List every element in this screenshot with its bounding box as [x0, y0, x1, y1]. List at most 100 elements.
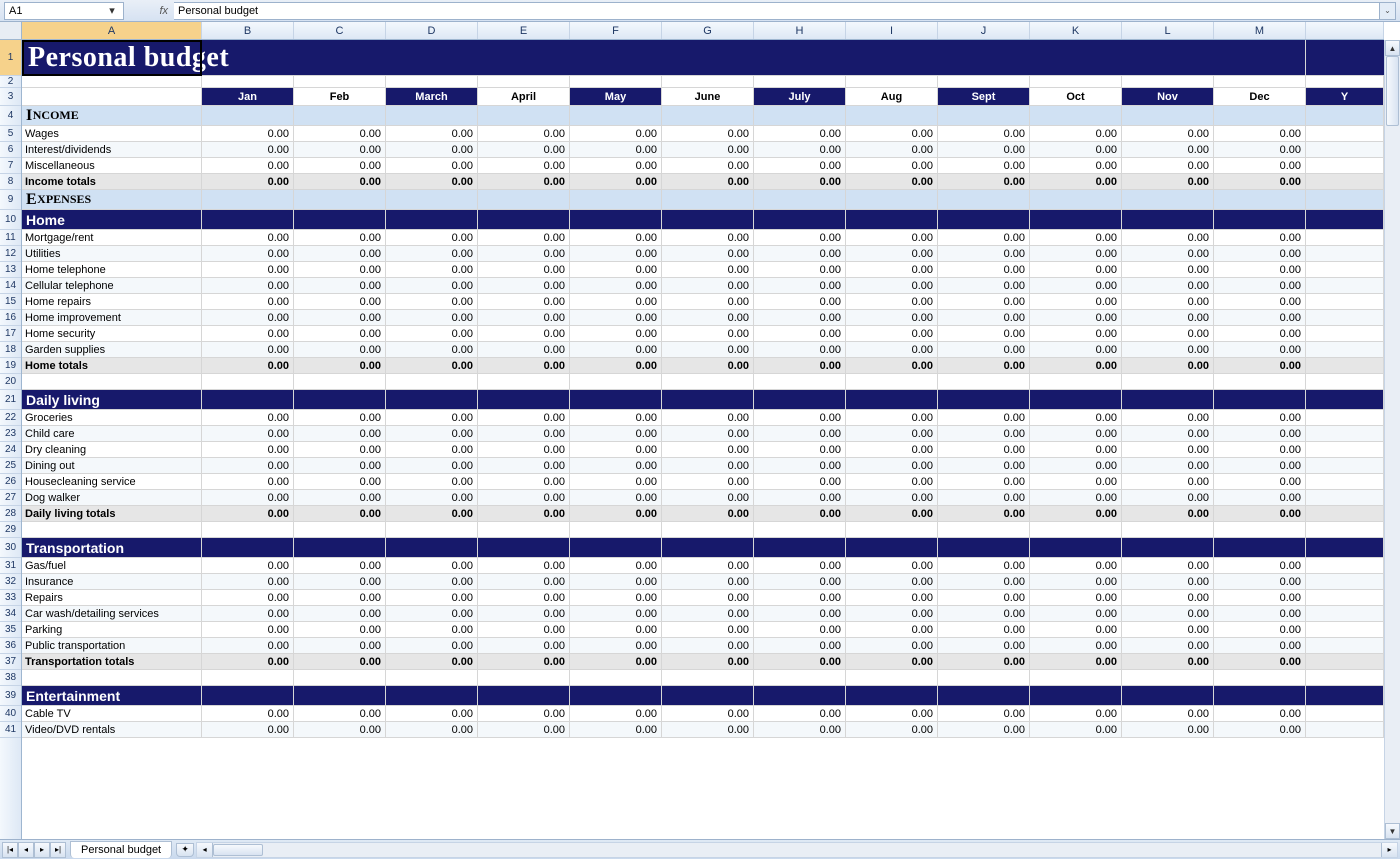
cell[interactable]: 0.00: [570, 358, 662, 373]
cell[interactable]: 0.00: [1122, 142, 1214, 157]
row-header-21[interactable]: 21: [0, 390, 21, 410]
cell[interactable]: 0.00: [1214, 246, 1306, 261]
cell[interactable]: [202, 374, 294, 389]
cell[interactable]: 0.00: [1122, 490, 1214, 505]
cell[interactable]: 0.00: [754, 342, 846, 357]
cell[interactable]: Public transportation: [22, 638, 202, 653]
row-header-3[interactable]: 3: [0, 88, 21, 106]
cell[interactable]: [294, 374, 386, 389]
cell[interactable]: Cellular telephone: [22, 278, 202, 293]
cell[interactable]: 0.00: [478, 706, 570, 721]
cell[interactable]: 0.00: [846, 142, 938, 157]
cell[interactable]: 0.00: [1214, 426, 1306, 441]
cell[interactable]: 0.00: [202, 262, 294, 277]
cell[interactable]: [570, 538, 662, 557]
cell[interactable]: [662, 686, 754, 705]
cell[interactable]: Aug: [846, 88, 938, 105]
cell[interactable]: 0.00: [1030, 294, 1122, 309]
cell[interactable]: 0.00: [478, 262, 570, 277]
cell[interactable]: [294, 190, 386, 209]
cell[interactable]: [294, 210, 386, 229]
cell[interactable]: 0.00: [846, 490, 938, 505]
cell[interactable]: 0.00: [1030, 310, 1122, 325]
cell[interactable]: 0.00: [1214, 558, 1306, 573]
row-header-37[interactable]: 37: [0, 654, 21, 670]
cell[interactable]: 0.00: [294, 622, 386, 637]
cell[interactable]: 0.00: [1214, 622, 1306, 637]
cell[interactable]: 0.00: [662, 706, 754, 721]
cell[interactable]: 0.00: [846, 158, 938, 173]
cell[interactable]: [846, 538, 938, 557]
cell[interactable]: 0.00: [202, 326, 294, 341]
row-header-8[interactable]: 8: [0, 174, 21, 190]
cell[interactable]: 0.00: [1214, 506, 1306, 521]
cell[interactable]: 0.00: [202, 606, 294, 621]
row-header-20[interactable]: 20: [0, 374, 21, 390]
cell[interactable]: 0.00: [294, 246, 386, 261]
name-box[interactable]: A1 ▾: [4, 2, 124, 20]
cell[interactable]: 0.00: [938, 262, 1030, 277]
cell[interactable]: Home telephone: [22, 262, 202, 277]
cell[interactable]: 0.00: [570, 606, 662, 621]
cell[interactable]: 0.00: [294, 442, 386, 457]
cell[interactable]: 0.00: [754, 278, 846, 293]
cell[interactable]: 0.00: [662, 278, 754, 293]
cell[interactable]: 0.00: [478, 294, 570, 309]
cell[interactable]: 0.00: [294, 230, 386, 245]
cell[interactable]: 0.00: [294, 158, 386, 173]
cell[interactable]: [938, 190, 1030, 209]
cell[interactable]: 0.00: [846, 606, 938, 621]
cell[interactable]: 0.00: [754, 358, 846, 373]
cell[interactable]: 0.00: [754, 558, 846, 573]
cell[interactable]: 0.00: [846, 310, 938, 325]
cell[interactable]: 0.00: [294, 426, 386, 441]
cell[interactable]: 0.00: [386, 490, 478, 505]
cell[interactable]: 0.00: [570, 326, 662, 341]
cell[interactable]: 0.00: [202, 506, 294, 521]
cell[interactable]: 0.00: [478, 638, 570, 653]
cell[interactable]: 0.00: [570, 126, 662, 141]
col-header-extra[interactable]: [1306, 22, 1384, 39]
cell[interactable]: [1122, 670, 1214, 685]
cell[interactable]: 0.00: [202, 426, 294, 441]
cell[interactable]: [662, 522, 754, 537]
cell[interactable]: 0.00: [570, 638, 662, 653]
col-header-E[interactable]: E: [478, 22, 570, 39]
cell[interactable]: 0.00: [938, 458, 1030, 473]
cell[interactable]: 0.00: [754, 142, 846, 157]
cell[interactable]: 0.00: [662, 158, 754, 173]
cell[interactable]: 0.00: [662, 474, 754, 489]
cell[interactable]: 0.00: [1214, 174, 1306, 189]
tab-nav-next[interactable]: ▸: [34, 842, 50, 858]
cell[interactable]: 0.00: [938, 606, 1030, 621]
cell[interactable]: 0.00: [386, 606, 478, 621]
cell[interactable]: 0.00: [294, 142, 386, 157]
cell[interactable]: 0.00: [662, 590, 754, 605]
cell[interactable]: 0.00: [846, 558, 938, 573]
cell[interactable]: [202, 390, 294, 409]
cell[interactable]: 0.00: [754, 590, 846, 605]
cell[interactable]: 0.00: [202, 358, 294, 373]
cell[interactable]: 0.00: [570, 426, 662, 441]
cell[interactable]: 0.00: [1214, 574, 1306, 589]
cell[interactable]: 0.00: [754, 706, 846, 721]
cell[interactable]: [294, 670, 386, 685]
cell[interactable]: 0.00: [570, 458, 662, 473]
cell[interactable]: 0.00: [1122, 342, 1214, 357]
cell[interactable]: 0.00: [662, 262, 754, 277]
cell[interactable]: Wages: [22, 126, 202, 141]
cell[interactable]: 0.00: [386, 654, 478, 669]
cell[interactable]: 0.00: [754, 654, 846, 669]
cell[interactable]: 0.00: [386, 506, 478, 521]
cell[interactable]: [570, 670, 662, 685]
cell[interactable]: [662, 190, 754, 209]
col-header-C[interactable]: C: [294, 22, 386, 39]
cell[interactable]: [754, 106, 846, 125]
row-header-38[interactable]: 38: [0, 670, 21, 686]
cell[interactable]: 0.00: [570, 442, 662, 457]
cell[interactable]: [1214, 686, 1306, 705]
cell[interactable]: 0.00: [294, 722, 386, 737]
cell[interactable]: 0.00: [202, 474, 294, 489]
row-header-39[interactable]: 39: [0, 686, 21, 706]
cell[interactable]: 0.00: [938, 474, 1030, 489]
